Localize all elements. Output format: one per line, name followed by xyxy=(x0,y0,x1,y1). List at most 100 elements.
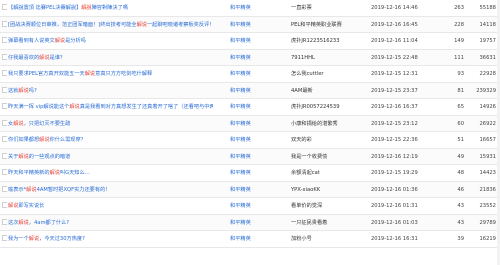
thread-title-link[interactable]: 弹幕看到有人说英文解说是分析吗 xyxy=(8,33,213,50)
thread-title-link[interactable]: 解说即写实说长 xyxy=(8,198,213,215)
checkbox-icon[interactable] xyxy=(2,169,7,175)
board-link[interactable]: 和平精英 xyxy=(230,231,280,248)
checkbox-icon[interactable] xyxy=(2,152,7,159)
table-row[interactable]: 关于解说的一些观点的暗道 和平精英 我是一个收费债 2019-12-16 12:19 4… xyxy=(0,148,500,166)
checkbox-icon[interactable] xyxy=(2,37,7,43)
author-name[interactable]: 4AM最新 xyxy=(291,83,356,100)
board-link[interactable]: 和平精英 xyxy=(230,83,280,100)
thread-title-link[interactable]: 仔我最喜欢的解说是谁？ xyxy=(8,50,213,67)
row-checkbox[interactable] xyxy=(2,198,7,215)
table-row[interactable]: 弹幕看到有人说英文解说是分析吗 和平精英 虎扑JR1223516233 2019-12… xyxy=(0,33,500,50)
board-link[interactable]: 和平精英 xyxy=(230,50,280,67)
author-name[interactable]: 7911HHL xyxy=(291,50,356,67)
board-link[interactable]: 和平精英 xyxy=(230,0,280,17)
author-name[interactable]: YPX-xiaoKK xyxy=(291,182,356,199)
checkbox-icon[interactable] xyxy=(2,235,7,241)
row-checkbox[interactable] xyxy=(2,50,7,67)
author-name[interactable]: 一只征民贵看着 xyxy=(291,215,356,232)
author-name[interactable]: 余额清起cat xyxy=(291,165,356,182)
post-date: 2019-12-16 16:37 xyxy=(371,104,418,110)
row-checkbox[interactable] xyxy=(2,116,7,133)
row-checkbox[interactable] xyxy=(2,231,7,248)
table-row[interactable]: 你们如果都想解说你什么需现穿？ 和平精英 双天的彩 2019-12-15 22:36 5… xyxy=(0,132,500,149)
post-date: 2019-12-16 16:31 xyxy=(371,236,418,242)
board-link[interactable]: 和平精英 xyxy=(230,149,280,166)
table-row[interactable]: 仔我最喜欢的解说是谁？ 和平精英 7911HHL 2019-12-15 22:48 11… xyxy=(0,49,500,67)
row-checkbox[interactable] xyxy=(2,182,7,199)
checkbox-icon[interactable] xyxy=(2,119,7,126)
post-date: 2019-12-16 14:46 xyxy=(371,5,418,11)
board-link[interactable]: 和平精英 xyxy=(230,66,280,83)
title-prefix: 这次 xyxy=(8,219,19,226)
board-link[interactable]: 和平精英 xyxy=(230,182,280,199)
checkbox-icon[interactable] xyxy=(2,202,7,208)
author-name[interactable]: 虎扑JR0057224539 xyxy=(291,99,356,116)
row-checkbox[interactable] xyxy=(2,215,7,232)
thread-title-link[interactable]: 你们如果都想解说你什么需现穿？ xyxy=(8,132,213,149)
author-name[interactable]: 加粉小号 xyxy=(291,231,356,248)
checkbox-icon[interactable] xyxy=(2,70,7,76)
board-link[interactable]: 和平精英 xyxy=(230,165,280,182)
board-link[interactable]: 和平精英 xyxy=(230,215,280,232)
table-row[interactable]: [团战决赛顺位日审推，范正团军暗面！]终出技考可能全解说一起聊吧晓诸考察板奖反评… xyxy=(0,16,500,34)
row-checkbox[interactable] xyxy=(2,33,7,50)
thread-title-link[interactable]: 我为一个解说，今天过30万热度? xyxy=(8,231,213,248)
thread-title-link[interactable]: 喻表示*解说4AM暂时把XQF实力还要有的! xyxy=(8,182,213,199)
author-name[interactable]: 虎扑JR1223516233 xyxy=(291,33,356,50)
table-row[interactable]: 这就解说吗? 和平精英 4AM最新 2019-12-15 23:37 81 239329 xyxy=(0,82,500,100)
checkbox-icon[interactable] xyxy=(2,103,7,109)
table-row[interactable]: 这次解说，4am都了什么? 和平精英 一只征民贵看着 2019-12-16 01:03… xyxy=(0,214,500,232)
table-row[interactable]: 【解說置頂 迄賽PEL決賽解說】解說陣容對陣決了嗎 和平精英 一直彩票 2019-12… xyxy=(0,0,500,17)
row-checkbox[interactable] xyxy=(2,0,7,17)
checkbox-icon[interactable] xyxy=(2,136,7,142)
checkbox-icon[interactable] xyxy=(2,4,7,10)
thread-title-link[interactable]: [团战决赛顺位日审推，范正团军暗面！]终出技考可能全解说一起聊吧晓诸考察板奖反评… xyxy=(8,17,213,34)
board-link[interactable]: 和平精英 xyxy=(230,116,280,133)
board-link[interactable]: 和平精英 xyxy=(230,99,280,116)
table-row[interactable]: 昨天满一挥 vip解说能这个解说真是我看到对方真想发生了还真着开了啥了（还看吧与… xyxy=(0,99,500,116)
table-row[interactable]: 昨天和平精英新的解说叫G天知么… 和平精英 余额清起cat 2019-12-15 19… xyxy=(0,165,500,182)
table-row[interactable]: 喻表示*解说4AM暂时把XQF实力还要有的! 和平精英 YPX-xiaoKK 2019… xyxy=(0,181,500,199)
checkbox-icon[interactable] xyxy=(2,86,7,93)
row-checkbox[interactable] xyxy=(2,66,7,83)
thread-title-link[interactable]: 这就解说吗? xyxy=(8,83,213,100)
table-row[interactable]: 女解说，只把幻灭不要生疏 和平精英 小康和捐给的湛繁秀 2019-12-15 23:1… xyxy=(0,115,500,133)
checkbox-icon[interactable] xyxy=(2,53,7,60)
board-link[interactable]: 和平精英 xyxy=(230,33,280,50)
checkbox-icon[interactable] xyxy=(2,20,7,27)
board-link[interactable]: 和平精英 xyxy=(230,198,280,215)
table-row[interactable]: 我为一个解说，今天过30万热度? 和平精英 加粉小号 2019-12-16 16:31… xyxy=(0,231,500,248)
checkbox-icon[interactable] xyxy=(2,218,7,225)
row-checkbox[interactable] xyxy=(2,149,7,166)
view-count: 14926 xyxy=(479,104,496,110)
thread-title-link[interactable]: 女解说，只把幻灭不要生疏 xyxy=(8,116,213,133)
thread-title-link[interactable]: 关于解说的一些观点的暗道 xyxy=(8,149,213,166)
row-checkbox[interactable] xyxy=(2,99,7,116)
author-name[interactable]: 我是一个收费债 xyxy=(291,149,356,166)
author-name[interactable]: 双天的彩 xyxy=(291,132,356,149)
author-name[interactable]: 一直彩票 xyxy=(291,0,356,17)
thread-title-link[interactable]: 我只要求PEL官方真开双能五一天解说意真只方方吃剑吃什解释 xyxy=(8,66,213,83)
table-row[interactable]: 我只要求PEL官方真开双能五一天解说意真只方方吃剑吃什解释 和平精英 怎么我cutt… xyxy=(0,66,500,83)
author-name[interactable]: 看单价的觉深 xyxy=(291,198,356,215)
author-name[interactable]: PEL和平精英职业联赛 xyxy=(291,17,356,34)
author-name[interactable]: 小康和捐给的湛繁秀 xyxy=(291,116,356,133)
view-count: 16219 xyxy=(479,236,496,242)
row-checkbox[interactable] xyxy=(2,83,7,100)
thread-title-link[interactable]: 昨天和平精英新的解说叫G天知么… xyxy=(8,165,213,182)
board-link[interactable]: 和平精英 xyxy=(230,132,280,149)
reply-count: 49 xyxy=(457,153,464,160)
row-checkbox[interactable] xyxy=(2,132,7,149)
author-name[interactable]: 怎么我cuttler xyxy=(291,66,356,83)
thread-title-link[interactable]: 【解說置頂 迄賽PEL決賽解說】解說陣容對陣決了嗎 xyxy=(8,0,213,17)
thread-title-link[interactable]: 昨天满一挥 vip解说能这个解说真是我看到对方真想发生了还真着开了啥了（还看吧与… xyxy=(8,99,213,116)
board-link[interactable]: 和平精英 xyxy=(230,17,280,34)
reply-count: 43 xyxy=(457,219,464,226)
thread-title-link[interactable]: 这次解说，4am都了什么? xyxy=(8,215,213,232)
title-highlight: 解說 xyxy=(81,5,92,11)
row-checkbox[interactable] xyxy=(2,165,7,182)
table-row[interactable]: 解说即写实说长 和平精英 看单价的觉深 2019-12-16 01:31 43 23552 xyxy=(0,198,500,215)
row-checkbox[interactable] xyxy=(2,17,7,34)
title-highlight: 解说 xyxy=(26,186,37,193)
checkbox-icon[interactable] xyxy=(2,185,7,192)
